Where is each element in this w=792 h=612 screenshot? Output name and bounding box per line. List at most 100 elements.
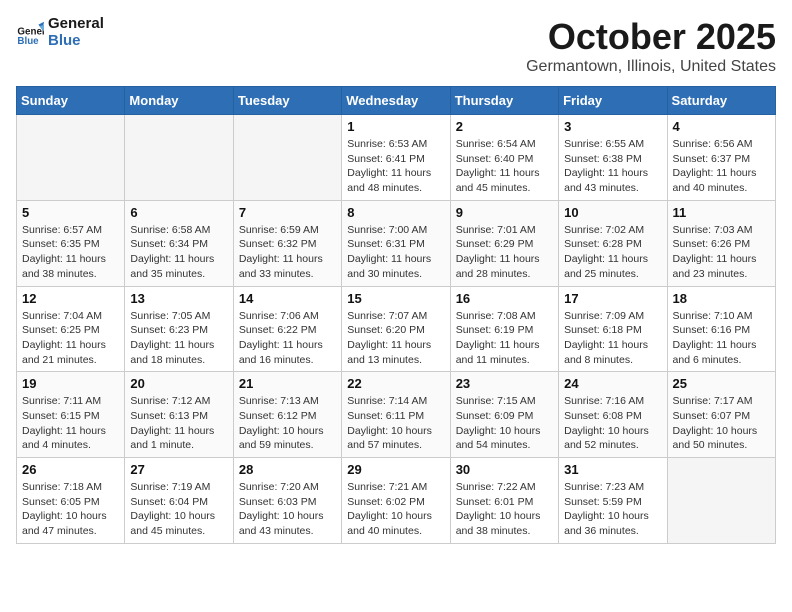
calendar-cell: 14Sunrise: 7:06 AM Sunset: 6:22 PM Dayli… [233, 286, 341, 372]
day-info: Sunrise: 6:54 AM Sunset: 6:40 PM Dayligh… [456, 137, 553, 196]
day-info: Sunrise: 7:00 AM Sunset: 6:31 PM Dayligh… [347, 223, 444, 282]
calendar-cell: 1 Sunrise: 6:53 AM Sunset: 6:41 PM Daylig… [342, 115, 450, 201]
calendar-cell: 15 Sunrise: 7:07 AM Sunset: 6:20 PM Dayli… [342, 286, 450, 372]
calendar-cell: 24Sunrise: 7:16 AM Sunset: 6:08 PM Dayli… [559, 372, 667, 458]
weekday-header: Sunday [17, 87, 125, 115]
day-info: Sunrise: 7:10 AM Sunset: 6:16 PM Dayligh… [673, 309, 770, 368]
calendar-week-row: 1 Sunrise: 6:53 AM Sunset: 6:41 PM Daylig… [17, 115, 776, 201]
day-number: 14 [239, 291, 336, 306]
calendar-cell: 29 Sunrise: 7:21 AM Sunset: 6:02 PM Dayli… [342, 458, 450, 544]
calendar-cell: 21 Sunrise: 7:13 AM Sunset: 6:12 PM Dayli… [233, 372, 341, 458]
calendar-cell: 5 Sunrise: 6:57 AM Sunset: 6:35 PM Daylig… [17, 200, 125, 286]
day-number: 7 [239, 205, 336, 220]
day-info: Sunrise: 7:01 AM Sunset: 6:29 PM Dayligh… [456, 223, 553, 282]
day-number: 16 [456, 291, 553, 306]
day-number: 6 [130, 205, 227, 220]
day-info: Sunrise: 7:11 AM Sunset: 6:15 PM Dayligh… [22, 394, 119, 453]
day-info: Sunrise: 7:19 AM Sunset: 6:04 PM Dayligh… [130, 480, 227, 539]
day-number: 1 [347, 119, 444, 134]
calendar-cell: 2 Sunrise: 6:54 AM Sunset: 6:40 PM Daylig… [450, 115, 558, 201]
day-info: Sunrise: 7:20 AM Sunset: 6:03 PM Dayligh… [239, 480, 336, 539]
day-info: Sunrise: 7:13 AM Sunset: 6:12 PM Dayligh… [239, 394, 336, 453]
day-info: Sunrise: 7:05 AM Sunset: 6:23 PM Dayligh… [130, 309, 227, 368]
weekday-header: Wednesday [342, 87, 450, 115]
calendar-cell: 18Sunrise: 7:10 AM Sunset: 6:16 PM Dayli… [667, 286, 775, 372]
logo-line1: General [48, 16, 104, 33]
calendar-cell: 9Sunrise: 7:01 AM Sunset: 6:29 PM Daylig… [450, 200, 558, 286]
calendar-week-row: 26 Sunrise: 7:18 AM Sunset: 6:05 PM Dayli… [17, 458, 776, 544]
calendar-week-row: 12 Sunrise: 7:04 AM Sunset: 6:25 PM Dayli… [17, 286, 776, 372]
day-number: 2 [456, 119, 553, 134]
calendar-cell: 8Sunrise: 7:00 AM Sunset: 6:31 PM Daylig… [342, 200, 450, 286]
calendar-table: SundayMondayTuesdayWednesdayThursdayFrid… [16, 86, 776, 544]
calendar-cell [125, 115, 233, 201]
calendar-cell: 10 Sunrise: 7:02 AM Sunset: 6:28 PM Dayli… [559, 200, 667, 286]
calendar-week-row: 19 Sunrise: 7:11 AM Sunset: 6:15 PM Dayli… [17, 372, 776, 458]
day-info: Sunrise: 6:56 AM Sunset: 6:37 PM Dayligh… [673, 137, 770, 196]
day-info: Sunrise: 7:12 AM Sunset: 6:13 PM Dayligh… [130, 394, 227, 453]
calendar-cell: 27 Sunrise: 7:19 AM Sunset: 6:04 PM Dayli… [125, 458, 233, 544]
day-number: 12 [22, 291, 119, 306]
calendar-header-row: SundayMondayTuesdayWednesdayThursdayFrid… [17, 87, 776, 115]
day-number: 28 [239, 462, 336, 477]
day-info: Sunrise: 7:21 AM Sunset: 6:02 PM Dayligh… [347, 480, 444, 539]
day-number: 17 [564, 291, 661, 306]
day-info: Sunrise: 7:17 AM Sunset: 6:07 PM Dayligh… [673, 394, 770, 453]
page-header: General Blue General Blue October 2025 G… [16, 16, 776, 76]
day-info: Sunrise: 6:55 AM Sunset: 6:38 PM Dayligh… [564, 137, 661, 196]
logo: General Blue General Blue [16, 16, 104, 49]
day-info: Sunrise: 7:09 AM Sunset: 6:18 PM Dayligh… [564, 309, 661, 368]
calendar-cell: 16 Sunrise: 7:08 AM Sunset: 6:19 PM Dayli… [450, 286, 558, 372]
calendar-cell: 30 Sunrise: 7:22 AM Sunset: 6:01 PM Dayli… [450, 458, 558, 544]
day-number: 21 [239, 376, 336, 391]
day-info: Sunrise: 7:08 AM Sunset: 6:19 PM Dayligh… [456, 309, 553, 368]
weekday-header: Monday [125, 87, 233, 115]
day-info: Sunrise: 6:53 AM Sunset: 6:41 PM Dayligh… [347, 137, 444, 196]
calendar-cell: 6 Sunrise: 6:58 AM Sunset: 6:34 PM Daylig… [125, 200, 233, 286]
day-info: Sunrise: 6:59 AM Sunset: 6:32 PM Dayligh… [239, 223, 336, 282]
weekday-header: Friday [559, 87, 667, 115]
calendar-cell: 20 Sunrise: 7:12 AM Sunset: 6:13 PM Dayli… [125, 372, 233, 458]
day-info: Sunrise: 7:18 AM Sunset: 6:05 PM Dayligh… [22, 480, 119, 539]
day-number: 25 [673, 376, 770, 391]
calendar-cell [17, 115, 125, 201]
day-info: Sunrise: 7:07 AM Sunset: 6:20 PM Dayligh… [347, 309, 444, 368]
calendar-cell: 23Sunrise: 7:15 AM Sunset: 6:09 PM Dayli… [450, 372, 558, 458]
calendar-cell: 13Sunrise: 7:05 AM Sunset: 6:23 PM Dayli… [125, 286, 233, 372]
calendar-cell: 22Sunrise: 7:14 AM Sunset: 6:11 PM Dayli… [342, 372, 450, 458]
day-number: 11 [673, 205, 770, 220]
day-number: 15 [347, 291, 444, 306]
weekday-header: Thursday [450, 87, 558, 115]
location-title: Germantown, Illinois, United States [526, 58, 776, 76]
day-number: 4 [673, 119, 770, 134]
day-number: 5 [22, 205, 119, 220]
day-number: 30 [456, 462, 553, 477]
day-number: 10 [564, 205, 661, 220]
calendar-cell: 11 Sunrise: 7:03 AM Sunset: 6:26 PM Dayli… [667, 200, 775, 286]
day-info: Sunrise: 6:57 AM Sunset: 6:35 PM Dayligh… [22, 223, 119, 282]
calendar-cell: 19 Sunrise: 7:11 AM Sunset: 6:15 PM Dayli… [17, 372, 125, 458]
day-info: Sunrise: 7:16 AM Sunset: 6:08 PM Dayligh… [564, 394, 661, 453]
calendar-cell: 3Sunrise: 6:55 AM Sunset: 6:38 PM Daylig… [559, 115, 667, 201]
logo-line2: Blue [48, 33, 104, 50]
day-info: Sunrise: 7:03 AM Sunset: 6:26 PM Dayligh… [673, 223, 770, 282]
day-info: Sunrise: 7:15 AM Sunset: 6:09 PM Dayligh… [456, 394, 553, 453]
day-info: Sunrise: 6:58 AM Sunset: 6:34 PM Dayligh… [130, 223, 227, 282]
day-number: 20 [130, 376, 227, 391]
svg-text:Blue: Blue [17, 36, 39, 47]
calendar-cell [667, 458, 775, 544]
calendar-week-row: 5 Sunrise: 6:57 AM Sunset: 6:35 PM Daylig… [17, 200, 776, 286]
day-number: 26 [22, 462, 119, 477]
day-info: Sunrise: 7:02 AM Sunset: 6:28 PM Dayligh… [564, 223, 661, 282]
day-number: 29 [347, 462, 444, 477]
day-number: 19 [22, 376, 119, 391]
calendar-cell: 4 Sunrise: 6:56 AM Sunset: 6:37 PM Daylig… [667, 115, 775, 201]
day-info: Sunrise: 7:22 AM Sunset: 6:01 PM Dayligh… [456, 480, 553, 539]
day-info: Sunrise: 7:04 AM Sunset: 6:25 PM Dayligh… [22, 309, 119, 368]
calendar-cell: 12 Sunrise: 7:04 AM Sunset: 6:25 PM Dayli… [17, 286, 125, 372]
calendar-cell [233, 115, 341, 201]
weekday-header: Saturday [667, 87, 775, 115]
calendar-cell: 31Sunrise: 7:23 AM Sunset: 5:59 PM Dayli… [559, 458, 667, 544]
day-number: 27 [130, 462, 227, 477]
day-number: 22 [347, 376, 444, 391]
